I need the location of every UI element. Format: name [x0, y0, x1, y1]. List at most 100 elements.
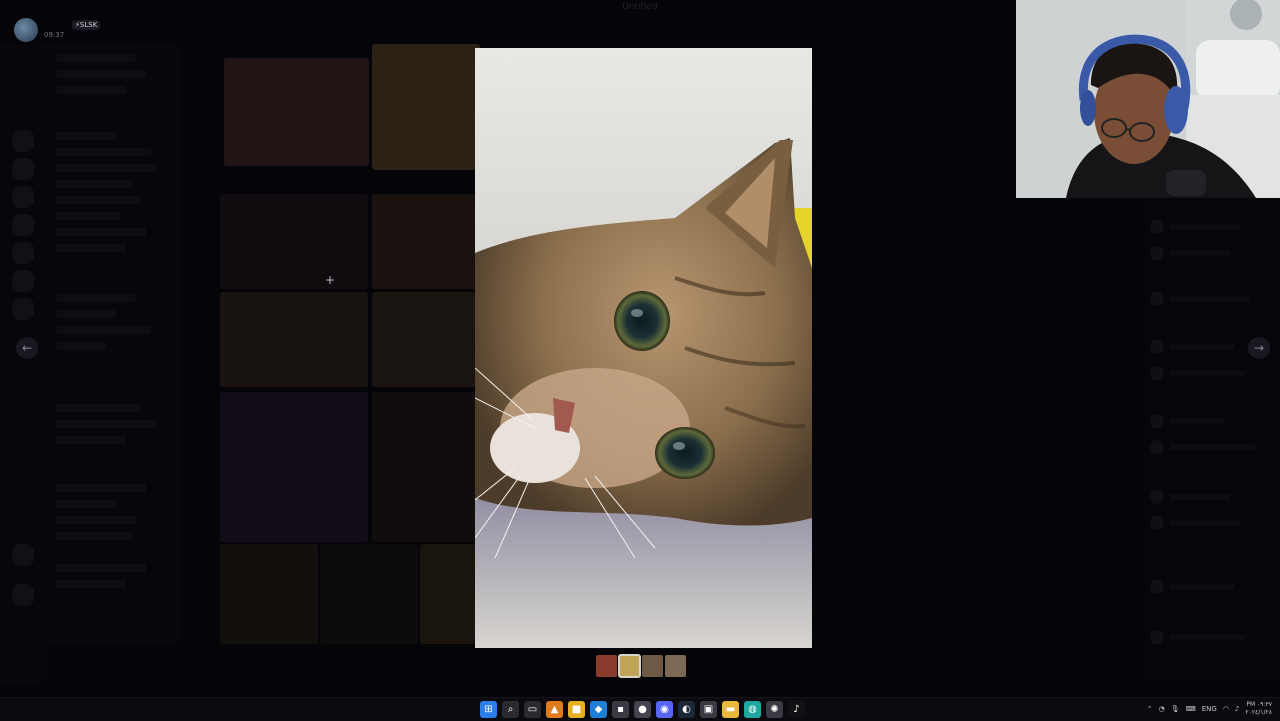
cat-photo	[475, 48, 812, 648]
thumbnail[interactable]	[596, 655, 617, 677]
settings-icon[interactable]: ✺	[766, 701, 783, 718]
grid-image	[372, 44, 480, 170]
member-name	[1170, 584, 1235, 590]
microphone-icon[interactable]: 🎙	[1171, 705, 1180, 713]
member-avatar	[1150, 440, 1164, 454]
channel-row	[56, 70, 146, 78]
channel-row	[56, 580, 126, 588]
member-row	[1150, 220, 1240, 234]
discord-icon[interactable]: ◉	[656, 701, 673, 718]
channel-row	[56, 310, 116, 318]
channel-row	[56, 244, 126, 252]
member-row	[1150, 630, 1245, 644]
store-icon[interactable]: ▣	[700, 701, 717, 718]
edge-icon[interactable]: ◍	[744, 701, 761, 718]
channel-row	[56, 54, 136, 62]
tiktok-icon[interactable]: ♪	[788, 701, 805, 718]
channel-row	[56, 500, 116, 508]
channel-row	[56, 436, 126, 444]
member-name	[1170, 418, 1225, 424]
member-avatar	[1150, 580, 1164, 594]
server-icon	[12, 186, 34, 208]
member-avatar	[1150, 292, 1164, 306]
grid-image	[220, 292, 368, 387]
channel-row	[56, 212, 121, 220]
user-panel[interactable]: 09:37	[14, 18, 64, 42]
taskbar-apps: ⊞ ⌕ ▭ ▲ ■ ◆ ▪ ● ◉ ◐ ▣ ▬ ◍ ✺ ♪	[480, 701, 805, 718]
thumbnail[interactable]	[618, 654, 641, 678]
clock[interactable]: PM ٠٩:٣٧ ٢٠٢٤/١/٢٨	[1245, 701, 1272, 717]
thumbnail[interactable]	[642, 655, 663, 677]
server-icon	[12, 544, 34, 566]
viewer-image[interactable]	[475, 48, 812, 648]
thumbnail[interactable]	[665, 655, 686, 677]
vlc-icon[interactable]: ▲	[546, 701, 563, 718]
server-icon	[12, 214, 34, 236]
windows-start-icon[interactable]: ⊞	[480, 701, 497, 718]
member-avatar	[1150, 490, 1164, 504]
member-avatar	[1150, 340, 1164, 354]
server-icon	[12, 584, 34, 606]
member-name	[1170, 250, 1230, 256]
previous-image-button[interactable]: ←	[16, 337, 38, 359]
member-avatar	[1150, 516, 1164, 530]
server-icon	[12, 298, 34, 320]
webcam-overlay	[1016, 0, 1280, 198]
chevron-up-icon[interactable]: ⌃	[1147, 705, 1153, 713]
system-tray: ⌃ ◔ 🎙 ⌨ ENG ◠ ♪ PM ٠٩:٣٧ ٢٠٢٤/١/٢٨	[1147, 701, 1272, 717]
vscode-icon[interactable]: ◆	[590, 701, 607, 718]
steam-icon[interactable]: ◐	[678, 701, 695, 718]
member-list	[1140, 200, 1280, 680]
user-spacer	[44, 20, 64, 30]
server-icon	[12, 270, 34, 292]
member-avatar	[1150, 414, 1164, 428]
channel-row	[56, 326, 151, 334]
server-icon	[12, 242, 34, 264]
user-meta: 09:37	[44, 20, 64, 40]
channel-row	[56, 564, 146, 572]
member-avatar	[1150, 220, 1164, 234]
task-view-icon[interactable]: ▭	[524, 701, 541, 718]
member-avatar	[1150, 630, 1164, 644]
member-name	[1170, 344, 1235, 350]
grid-image	[224, 58, 369, 166]
app-yellow-icon[interactable]: ■	[568, 701, 585, 718]
grid-image	[220, 544, 318, 644]
language-indicator[interactable]: ENG	[1202, 705, 1217, 713]
grid-image	[372, 194, 480, 289]
network-icon[interactable]: ◔	[1159, 705, 1165, 713]
server-icon	[12, 130, 34, 152]
member-row	[1150, 246, 1230, 260]
channel-row	[56, 132, 116, 140]
channel-list	[46, 44, 181, 644]
search-icon[interactable]: ⌕	[502, 701, 519, 718]
cursor-crosshair-icon: +	[325, 273, 336, 287]
grid-image	[220, 194, 368, 289]
channel-row	[56, 86, 126, 94]
obs-icon[interactable]: ●	[634, 701, 651, 718]
channel-row	[56, 164, 156, 172]
channel-row	[56, 180, 131, 188]
avatar	[14, 18, 38, 42]
member-avatar	[1150, 246, 1164, 260]
grid-image	[220, 392, 368, 542]
terminal-icon[interactable]: ▪	[612, 701, 629, 718]
keyboard-icon[interactable]: ⌨	[1186, 705, 1196, 713]
server-icon	[12, 158, 34, 180]
grid-image	[372, 392, 480, 542]
thumbnail-strip	[596, 654, 686, 678]
next-image-button[interactable]: →	[1248, 337, 1270, 359]
user-time: 09:37	[44, 31, 65, 39]
grid-image	[320, 544, 418, 644]
volume-icon[interactable]: ♪	[1235, 705, 1239, 713]
channel-row	[56, 294, 136, 302]
member-name	[1170, 370, 1245, 376]
channel-row	[56, 196, 141, 204]
member-name	[1170, 520, 1240, 526]
channel-row	[56, 484, 146, 492]
clock-time: PM ٠٩:٣٧	[1246, 701, 1272, 708]
wifi-icon[interactable]: ◠	[1223, 705, 1229, 713]
member-avatar	[1150, 366, 1164, 380]
member-name	[1170, 634, 1245, 640]
explorer-icon[interactable]: ▬	[722, 701, 739, 718]
